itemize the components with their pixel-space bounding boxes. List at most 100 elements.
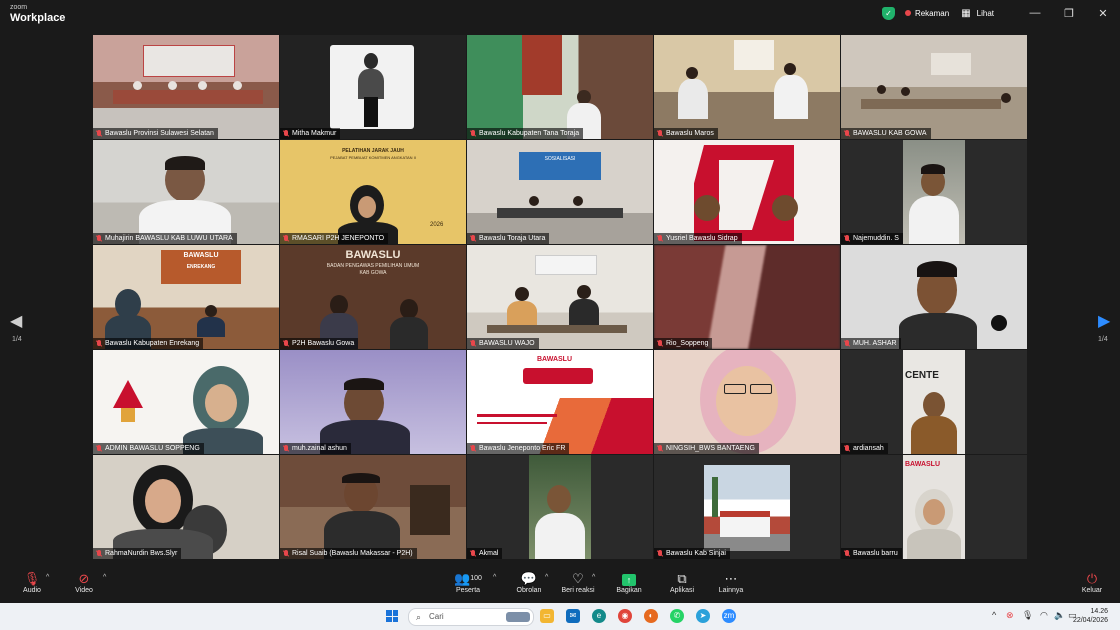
participant-tile[interactable]: CENTE ardiansah: [841, 350, 1027, 454]
participant-tile[interactable]: Bawaslu Kab Sinjai: [654, 455, 840, 559]
participant-tile[interactable]: BAWASLU BADAN PENGAWAS PEMILIHAN UMUM KA…: [280, 245, 466, 349]
mail-icon[interactable]: ✉: [566, 609, 580, 623]
chrome-icon[interactable]: ◉: [618, 609, 632, 623]
slide-brand: BAWASLU: [537, 356, 572, 363]
chat-button[interactable]: 💬 Obrolan: [514, 571, 544, 594]
recording-indicator[interactable]: Rekaman: [904, 9, 949, 18]
brand-small: zoom: [10, 4, 28, 11]
video-button[interactable]: ⊘ Video: [72, 571, 96, 594]
participant-tile[interactable]: Mitha Makmur: [280, 35, 466, 139]
react-button[interactable]: ♡ Beri reaksi: [560, 571, 596, 594]
react-options-caret[interactable]: ^: [592, 574, 595, 581]
muted-mic-icon: [844, 444, 850, 453]
participant-name: Bawaslu Kabupaten Enrekang: [93, 338, 204, 349]
participants-button[interactable]: 👥100 Peserta: [448, 571, 488, 594]
participant-tile[interactable]: SOSIALISASI Bawaslu Toraja Utara: [467, 140, 653, 244]
video-options-caret[interactable]: ^: [103, 574, 106, 581]
leave-button[interactable]: ⏻ Keluar: [1080, 571, 1104, 594]
participant-tile[interactable]: MUH. ASHAR: [841, 245, 1027, 349]
participant-tile[interactable]: Muhajirin BAWASLU KAB LUWU UTARA: [93, 140, 279, 244]
participant-tile[interactable]: BAWASLU Bawaslu Jeneponto Eric FR: [467, 350, 653, 454]
volume-icon[interactable]: 🔈: [1054, 610, 1065, 621]
participant-name: ardiansah: [841, 443, 888, 454]
mic-muted-icon: 🎙: [23, 571, 41, 586]
gallery-grid-icon[interactable]: ▦: [961, 8, 970, 19]
windows-start-icon[interactable]: [386, 610, 398, 622]
file-explorer-icon[interactable]: ▭: [540, 609, 554, 623]
participants-options-caret[interactable]: ^: [493, 574, 496, 581]
chat-bubble-icon: 💬: [520, 571, 538, 586]
chat-options-caret[interactable]: ^: [545, 574, 548, 581]
participant-name: Akmal: [467, 548, 503, 559]
muted-mic-icon: [283, 549, 289, 558]
wall-sign-red: BAWASLU: [905, 461, 940, 468]
muted-mic-icon: [657, 549, 663, 558]
muted-mic-icon: [470, 444, 476, 453]
participant-tile[interactable]: Yusriel Bawaslu Sidrap: [654, 140, 840, 244]
app-brand: zoom Workplace: [10, 3, 65, 24]
participant-name: Yusriel Bawaslu Sidrap: [654, 233, 742, 244]
participant-tile[interactable]: Risal Suaib (Bawaslu Makassar - P2H): [280, 455, 466, 559]
whatsapp-icon[interactable]: ✆: [670, 609, 684, 623]
muted-mic-icon: [470, 339, 476, 348]
telegram-icon[interactable]: ➤: [696, 609, 710, 623]
muted-mic-icon: [96, 339, 102, 348]
participant-name: Bawaslu barru: [841, 548, 902, 559]
participant-name: muh.zainal ashun: [280, 443, 351, 454]
participant-name: Bawaslu Provinsi Sulawesi Selatan: [93, 128, 218, 139]
participant-tile[interactable]: BAWASLU WAJO: [467, 245, 653, 349]
participant-tile[interactable]: Bawaslu Provinsi Sulawesi Selatan: [93, 35, 279, 139]
share-button[interactable]: ↑ Bagikan: [614, 571, 644, 594]
minimize-icon[interactable]: —: [1018, 7, 1052, 19]
leave-icon: ⏻: [1086, 571, 1098, 586]
participant-tile[interactable]: BAWASLU ENREKANG Bawaslu Kabupaten Enrek…: [93, 245, 279, 349]
more-button[interactable]: ⋯ Lainnya: [716, 571, 746, 594]
participant-tile[interactable]: RahmaNurdin Bws.Slyr: [93, 455, 279, 559]
muted-mic-icon: [283, 234, 289, 243]
zoom-icon[interactable]: zm: [722, 609, 736, 623]
participant-tile[interactable]: Rio_Soppeng: [654, 245, 840, 349]
participant-tile[interactable]: Najemuddin. S: [841, 140, 1027, 244]
taskbar-search[interactable]: ⌕ Cari: [408, 608, 534, 626]
search-highlight-image: [506, 612, 530, 622]
participant-tile[interactable]: Bawaslu Maros: [654, 35, 840, 139]
participant-name: ADMIN BAWASLU SOPPENG: [93, 443, 204, 454]
participant-tile[interactable]: BAWASLU KAB GOWA: [841, 35, 1027, 139]
training-year: 2026: [430, 222, 444, 228]
tray-chevron-icon[interactable]: ^: [992, 610, 996, 620]
participant-name: Bawaslu Kab Sinjai: [654, 548, 730, 559]
participant-name: P2H Bawaslu Gowa: [280, 338, 359, 349]
edge-icon[interactable]: e: [592, 609, 606, 623]
tray-mic-icon[interactable]: 🎙: [1022, 610, 1033, 621]
view-button[interactable]: Lihat: [977, 9, 994, 18]
participant-tile[interactable]: BAWASLU Bawaslu barru: [841, 455, 1027, 559]
apps-button[interactable]: ⧉ Aplikasi: [666, 571, 698, 594]
participant-name: Najemuddin. S: [841, 233, 903, 244]
next-page-icon[interactable]: ▶: [1098, 311, 1110, 331]
close-icon[interactable]: ✕: [1086, 7, 1120, 20]
muted-mic-icon: [283, 339, 289, 348]
participant-tile[interactable]: Bawaslu Kabupaten Tana Toraja: [467, 35, 653, 139]
participant-tile[interactable]: Akmal: [467, 455, 653, 559]
participant-name: Risal Suaib (Bawaslu Makassar - P2H): [280, 548, 417, 559]
shield-check-icon[interactable]: ✓: [881, 6, 895, 20]
firefox-icon[interactable]: ◐: [644, 609, 658, 623]
participant-tile[interactable]: ADMIN BAWASLU SOPPENG: [93, 350, 279, 454]
tray-alert-icon[interactable]: ⊗: [1006, 610, 1014, 621]
wall-region: KAB GOWA: [359, 270, 387, 276]
participant-tile[interactable]: NINGSIH_BWS BANTAENG: [654, 350, 840, 454]
participant-name: Rio_Soppeng: [654, 338, 713, 349]
system-clock[interactable]: 14.26 22/04/2026: [1073, 607, 1108, 625]
muted-mic-icon: [96, 234, 102, 243]
restore-icon[interactable]: ❐: [1052, 7, 1086, 20]
participant-tile[interactable]: muh.zainal ashun: [280, 350, 466, 454]
muted-mic-icon: [657, 339, 663, 348]
heart-icon: ♡: [572, 571, 584, 586]
prev-page-icon[interactable]: ◀: [10, 311, 22, 331]
participant-name: NINGSIH_BWS BANTAENG: [654, 443, 759, 454]
participant-tile[interactable]: PELATIHAN JARAK JAUH PEJABAT PEMBUAT KOM…: [280, 140, 466, 244]
audio-options-caret[interactable]: ^: [46, 574, 49, 581]
record-dot-icon: [904, 10, 911, 16]
wifi-icon[interactable]: ◠: [1040, 610, 1048, 621]
audio-button[interactable]: 🎙 Audio: [20, 571, 44, 594]
